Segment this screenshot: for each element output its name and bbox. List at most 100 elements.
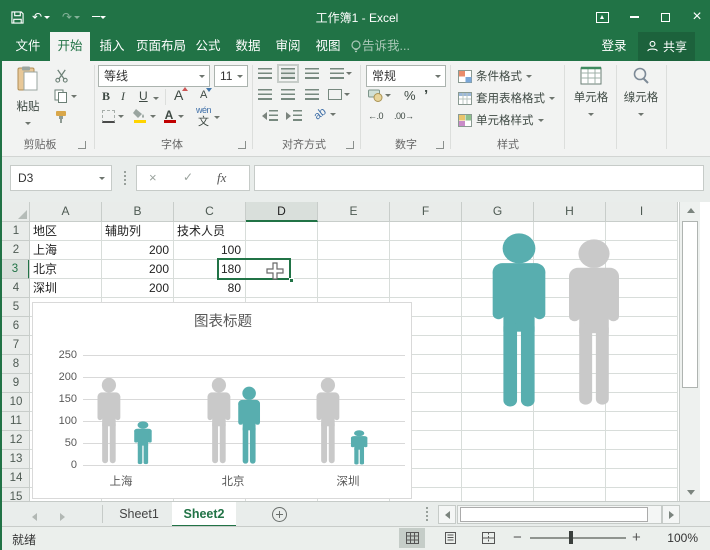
copy-caret-icon[interactable] bbox=[71, 95, 77, 98]
align-left-button[interactable] bbox=[258, 89, 272, 100]
tab-home[interactable]: 开始 bbox=[50, 32, 90, 61]
sheet-tab-sheet2[interactable]: Sheet2 bbox=[172, 502, 236, 527]
vertical-scrollbar-thumb[interactable] bbox=[682, 221, 698, 388]
tab-data[interactable]: 数据 bbox=[228, 32, 268, 61]
font-name-combo[interactable]: 等线 bbox=[98, 65, 210, 87]
align-right-button[interactable] bbox=[305, 89, 319, 100]
cancel-icon[interactable]: × bbox=[149, 170, 157, 185]
view-page-layout-button[interactable] bbox=[437, 528, 463, 548]
cell-b2[interactable]: 200 bbox=[103, 242, 169, 259]
orientation-caret-icon[interactable] bbox=[330, 113, 336, 116]
zoom-out-button[interactable]: − bbox=[513, 526, 522, 550]
percent-style-button[interactable]: % bbox=[404, 88, 416, 103]
scroll-up-button[interactable] bbox=[680, 202, 701, 219]
conditional-formatting-button[interactable]: 条件格式 bbox=[458, 66, 532, 86]
column-header-c[interactable]: C bbox=[174, 202, 246, 222]
row-header-5[interactable]: 5 bbox=[2, 298, 30, 317]
align-top-button[interactable] bbox=[258, 68, 272, 79]
column-header-a[interactable]: A bbox=[30, 202, 102, 222]
column-header-f[interactable]: F bbox=[390, 202, 462, 222]
grow-font-button[interactable]: A bbox=[174, 87, 183, 103]
chart-person-teal[interactable] bbox=[130, 421, 156, 465]
increase-indent-button[interactable] bbox=[286, 110, 302, 121]
tab-insert[interactable]: 插入 bbox=[92, 32, 132, 61]
format-as-table-button[interactable]: 套用表格格式 bbox=[458, 88, 555, 108]
wrap-caret-icon[interactable] bbox=[346, 72, 352, 75]
format-painter-button[interactable] bbox=[54, 110, 68, 124]
row-header-15[interactable]: 15 bbox=[2, 488, 30, 501]
cs-caret-icon[interactable] bbox=[538, 119, 544, 122]
italic-button[interactable]: I bbox=[121, 89, 125, 104]
tab-view[interactable]: 视图 bbox=[308, 32, 348, 61]
increase-decimal-button[interactable]: ←.0 bbox=[368, 111, 383, 121]
borders-button[interactable] bbox=[102, 110, 124, 123]
cell-a3[interactable]: 北京 bbox=[33, 261, 99, 278]
phonetic-button[interactable]: wén 文 bbox=[196, 106, 220, 128]
accounting-caret-icon[interactable] bbox=[385, 94, 391, 97]
underline-caret-icon[interactable] bbox=[153, 97, 159, 100]
comma-style-button[interactable]: ’ bbox=[424, 87, 428, 104]
row-header-4[interactable]: 4 bbox=[2, 279, 30, 298]
pictogram-chart[interactable]: 图表标题 050100150200250上海北京深圳 bbox=[32, 302, 412, 499]
zoom-level[interactable]: 100% bbox=[652, 526, 698, 550]
tab-file[interactable]: 文件 bbox=[6, 32, 50, 61]
align-middle-button[interactable] bbox=[281, 68, 295, 79]
alignment-dialog-launcher[interactable] bbox=[346, 141, 354, 149]
font-color-button[interactable]: A bbox=[162, 108, 184, 124]
phonetic-caret-icon[interactable] bbox=[214, 116, 220, 119]
sheet-tab-sheet1[interactable]: Sheet1 bbox=[110, 502, 168, 527]
decrease-decimal-button[interactable]: .00→ bbox=[394, 111, 414, 121]
view-normal-button[interactable] bbox=[399, 528, 425, 548]
find-caret-icon[interactable] bbox=[638, 113, 644, 116]
cell-a2[interactable]: 上海 bbox=[33, 242, 99, 259]
find-select-button[interactable]: 缐元格 bbox=[620, 66, 662, 119]
fill-handle[interactable] bbox=[289, 278, 294, 283]
horizontal-scrollbar[interactable] bbox=[457, 505, 662, 524]
chart-person-gray[interactable] bbox=[202, 377, 236, 465]
row-header-8[interactable]: 8 bbox=[2, 355, 30, 374]
number-dialog-launcher[interactable] bbox=[436, 141, 444, 149]
sheet-prev-icon[interactable] bbox=[32, 510, 37, 524]
tell-me-box[interactable]: 告诉我... bbox=[362, 32, 426, 61]
row-header-6[interactable]: 6 bbox=[2, 317, 30, 336]
hscroll-left-button[interactable] bbox=[438, 505, 456, 524]
login-button[interactable]: 登录 bbox=[594, 32, 634, 61]
align-center-button[interactable] bbox=[281, 89, 295, 100]
fat-caret-icon[interactable] bbox=[549, 97, 555, 100]
zoom-slider-track[interactable] bbox=[530, 537, 626, 539]
cell-b4[interactable]: 200 bbox=[103, 280, 169, 297]
ribbon-display-options-button[interactable] bbox=[587, 2, 617, 32]
cell-styles-button[interactable]: 单元格样式 bbox=[458, 110, 544, 130]
orientation-button[interactable]: ab bbox=[314, 108, 336, 120]
cell-a4[interactable]: 深圳 bbox=[33, 280, 99, 297]
formula-bar-splitter[interactable] bbox=[124, 171, 126, 185]
cf-caret-icon[interactable] bbox=[526, 75, 532, 78]
column-header-i[interactable]: I bbox=[606, 202, 678, 222]
enter-icon[interactable]: ✓ bbox=[183, 170, 193, 184]
cell-c1[interactable]: 技术人员 bbox=[177, 223, 247, 240]
zoom-slider-thumb[interactable] bbox=[569, 531, 573, 544]
cells-button[interactable]: 单元格 bbox=[568, 66, 614, 119]
chart-person-gray[interactable] bbox=[311, 377, 345, 465]
column-header-e[interactable]: E bbox=[318, 202, 390, 222]
large-person-shape-gray[interactable] bbox=[557, 238, 631, 408]
cell-b3[interactable]: 200 bbox=[103, 261, 169, 278]
copy-button[interactable] bbox=[54, 89, 77, 103]
row-header-7[interactable]: 7 bbox=[2, 336, 30, 355]
sheet-next-icon[interactable] bbox=[60, 510, 65, 524]
large-person-shape-teal[interactable] bbox=[480, 232, 558, 410]
row-header-13[interactable]: 13 bbox=[2, 450, 30, 469]
vertical-scrollbar[interactable] bbox=[679, 202, 700, 501]
horizontal-scrollbar-thumb[interactable] bbox=[460, 507, 648, 522]
clipboard-dialog-launcher[interactable] bbox=[78, 141, 86, 149]
chart-person-gray[interactable] bbox=[92, 377, 126, 465]
row-header-12[interactable]: 12 bbox=[2, 431, 30, 450]
number-format-combo[interactable]: 常规 bbox=[366, 65, 446, 87]
fill-color-caret-icon[interactable] bbox=[150, 115, 156, 118]
row-header-1[interactable]: 1 bbox=[2, 222, 30, 241]
column-header-b[interactable]: B bbox=[102, 202, 174, 222]
minimize-button[interactable] bbox=[619, 2, 649, 32]
cells-caret-icon[interactable] bbox=[588, 113, 594, 116]
hscroll-right-button[interactable] bbox=[662, 505, 680, 524]
paste-button[interactable]: 粘贴 bbox=[10, 66, 46, 128]
